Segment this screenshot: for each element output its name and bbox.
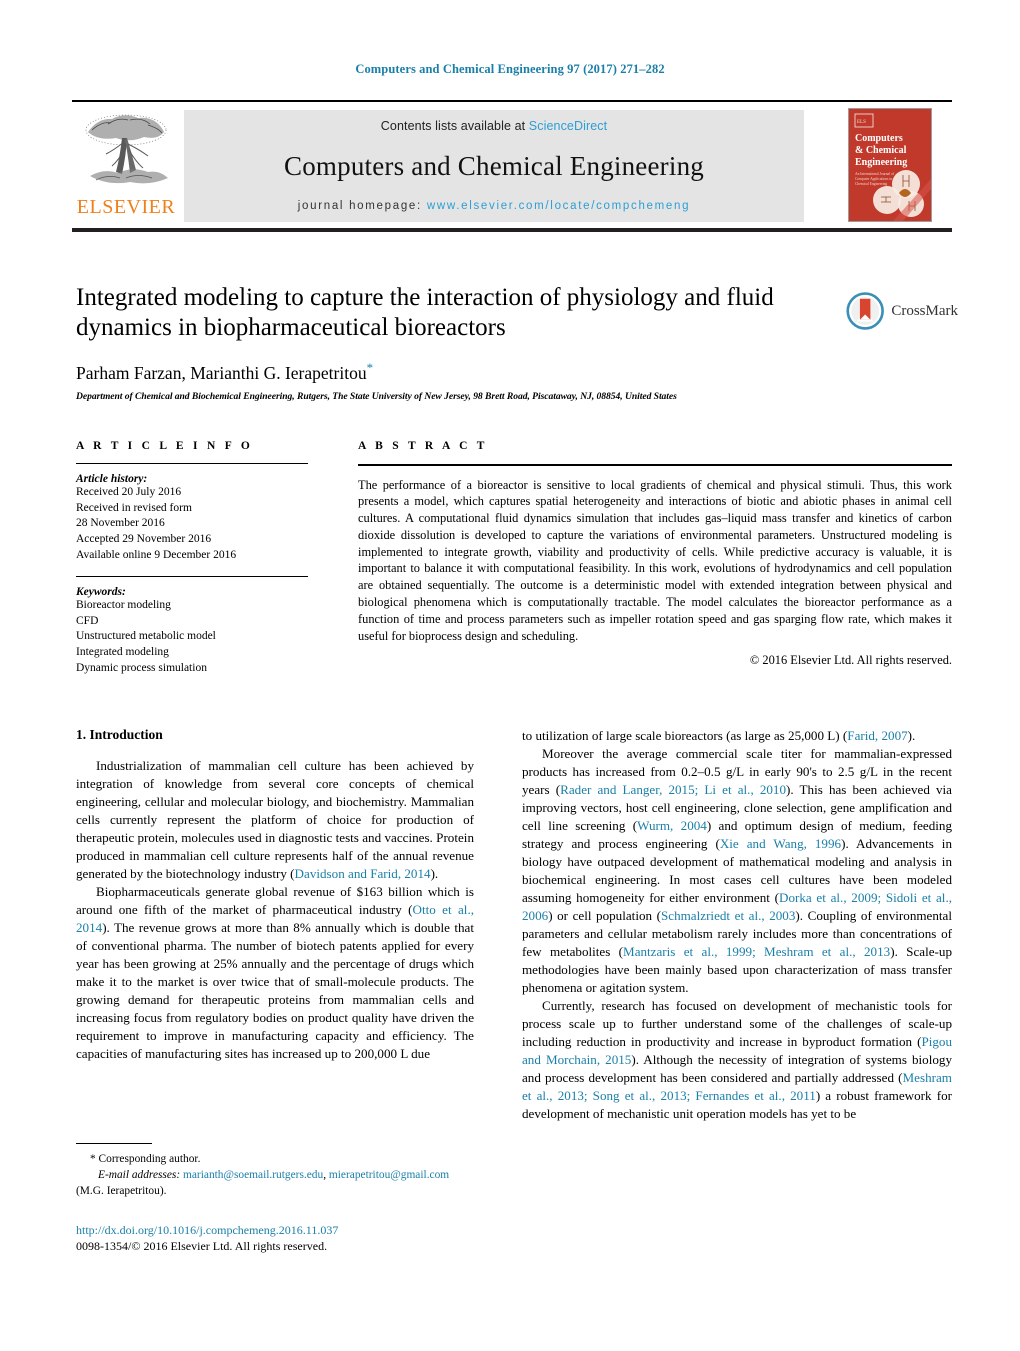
svg-text:Computer Applications in: Computer Applications in (855, 177, 892, 181)
paragraph-text: ) or cell population ( (548, 908, 661, 923)
paragraph: Industrialization of mammalian cell cult… (76, 757, 474, 883)
svg-text:Computers: Computers (855, 133, 903, 144)
article-info-section: A R T I C L E I N F O Article history: R… (76, 440, 308, 676)
citation-link[interactable]: Rader and Langer, 2015; Li et al., 2010 (560, 782, 786, 797)
crossmark-badge[interactable]: CrossMark (846, 286, 958, 336)
keyword-item: Bioreactor modeling (76, 599, 171, 612)
keyword-item: CFD (76, 614, 99, 627)
paragraph-text: ). (430, 866, 439, 881)
article-info-heading: A R T I C L E I N F O (76, 440, 254, 452)
elsevier-wordmark: ELSEVIER (76, 196, 176, 218)
corresponding-author-marker: * (366, 359, 374, 375)
citation-link[interactable]: Wurm, 2004 (637, 818, 707, 833)
paragraph: Biopharmaceuticals generate global reven… (76, 883, 474, 1063)
citation-link[interactable]: Davidson and Farid, 2014 (295, 866, 431, 881)
history-item: 28 November 2016 (76, 517, 165, 530)
crossmark-label: CrossMark (891, 302, 958, 319)
sciencedirect-link[interactable]: ScienceDirect (529, 119, 607, 133)
homepage-prefix: journal homepage: (297, 200, 427, 212)
affiliation: Department of Chemical and Biochemical E… (76, 391, 677, 403)
history-item: Received in revised form (76, 501, 192, 514)
paragraph-text: Industrialization of mammalian cell cult… (76, 758, 474, 881)
abstract-rule (358, 464, 952, 466)
keyword-item: Dynamic process simulation (76, 661, 207, 674)
history-item: Available online 9 December 2016 (76, 548, 237, 561)
abstract-text: The performance of a bioreactor is sensi… (358, 477, 952, 643)
footnote-block: * Corresponding author. E-mail addresses… (76, 1143, 474, 1200)
svg-text:Chemical Engineering: Chemical Engineering (855, 182, 887, 186)
history-item: Accepted 29 November 2016 (76, 532, 212, 545)
keywords-label: Keywords: (76, 586, 126, 599)
keywords-rule (76, 576, 308, 578)
paragraph-text: Currently, research has focused on devel… (522, 998, 952, 1049)
running-head: Computers and Chemical Engineering 97 (2… (355, 62, 665, 76)
contents-prefix: Contents lists available at (380, 119, 529, 133)
email-owner: (M.G. Ierapetritou). (76, 1185, 167, 1198)
body-column-left: 1. Introduction Industrialization of mam… (76, 727, 474, 1063)
introduction-heading: 1. Introduction (76, 727, 163, 742)
svg-text:Engineering: Engineering (855, 157, 907, 168)
history-item: Received 20 July 2016 (76, 486, 182, 498)
paragraph-text: ). The revenue grows at more than 8% ann… (76, 920, 474, 1061)
doi-link[interactable]: http://dx.doi.org/10.1016/j.compchemeng.… (76, 1222, 496, 1238)
journal-cover-art: ELS Computers & Chemical Engineering An … (849, 109, 931, 221)
doi-block: http://dx.doi.org/10.1016/j.compchemeng.… (76, 1222, 496, 1254)
article-history-label: Article history: (76, 473, 148, 485)
issn-copyright-line: 0098-1354/© 2016 Elsevier Ltd. All right… (76, 1239, 328, 1254)
email-link-2[interactable]: mierapetritou@gmail.com (329, 1169, 449, 1181)
svg-text:& Chemical: & Chemical (855, 145, 907, 156)
elsevier-logo: ELSEVIER (74, 110, 178, 222)
journal-masthead: ELSEVIER Contents lists available at Sci… (72, 100, 952, 232)
contents-available-line: Contents lists available at ScienceDirec… (381, 119, 607, 133)
masthead-top-rule (72, 100, 952, 102)
keyword-item: Unstructured metabolic model (76, 630, 216, 643)
paragraph: to utilization of large scale bioreactor… (522, 727, 952, 745)
elsevier-tree-icon (85, 114, 168, 184)
keyword-item: Integrated modeling (76, 646, 169, 658)
citation-link[interactable]: Farid, 2007 (847, 728, 907, 743)
paragraph-text: to utilization of large scale bioreactor… (522, 728, 848, 743)
body-column-right: to utilization of large scale bioreactor… (522, 727, 952, 1123)
email-label: E-mail addresses: (98, 1169, 181, 1182)
journal-banner: Contents lists available at ScienceDirec… (184, 110, 804, 222)
journal-homepage-link[interactable]: www.elsevier.com/locate/compchemeng (427, 200, 690, 212)
copyright-line: © 2016 Elsevier Ltd. All rights reserved… (749, 653, 952, 668)
citation-link[interactable]: Mantzaris et al., 1999; Meshram et al., … (623, 944, 890, 959)
author-names: Parham Farzan, Marianthi G. Ierapetritou (76, 362, 367, 383)
abstract-section: A B S T R A C T The performance of a bio… (358, 440, 952, 668)
journal-title: Computers and Chemical Engineering (284, 151, 704, 181)
masthead-bottom-rule (72, 228, 952, 232)
paragraph: Currently, research has focused on devel… (522, 997, 952, 1123)
paragraph: Moreover the average commercial scale ti… (522, 745, 952, 997)
paragraph-text: ). (907, 728, 916, 743)
title-block: Integrated modeling to capture the inter… (76, 283, 836, 402)
abstract-heading: A B S T R A C T (358, 440, 488, 452)
email-link-1[interactable]: marianth@soemail.rutgers.edu (183, 1169, 323, 1181)
email-note: E-mail addresses: marianth@soemail.rutge… (76, 1168, 474, 1184)
journal-cover-thumbnail: ELS Computers & Chemical Engineering An … (848, 108, 932, 222)
crossmark-icon (846, 292, 884, 330)
svg-text:An International Journal of: An International Journal of (855, 172, 895, 176)
footnote-rule (76, 1143, 152, 1145)
corresponding-author-note: * Corresponding author. (90, 1153, 201, 1166)
citation-link[interactable]: Xie and Wang, 1996 (720, 836, 841, 851)
journal-homepage-line: journal homepage: www.elsevier.com/locat… (298, 200, 690, 212)
author-list: Parham Farzan, Marianthi G. Ierapetritou… (76, 360, 836, 384)
article-info-rule (76, 463, 308, 464)
citation-link[interactable]: Schmalzriedt et al., 2003 (661, 908, 795, 923)
paper-page: Computers and Chemical Engineering 97 (2… (0, 0, 1020, 1351)
svg-text:ELS: ELS (857, 120, 866, 125)
page-title: Integrated modeling to capture the inter… (76, 284, 774, 342)
